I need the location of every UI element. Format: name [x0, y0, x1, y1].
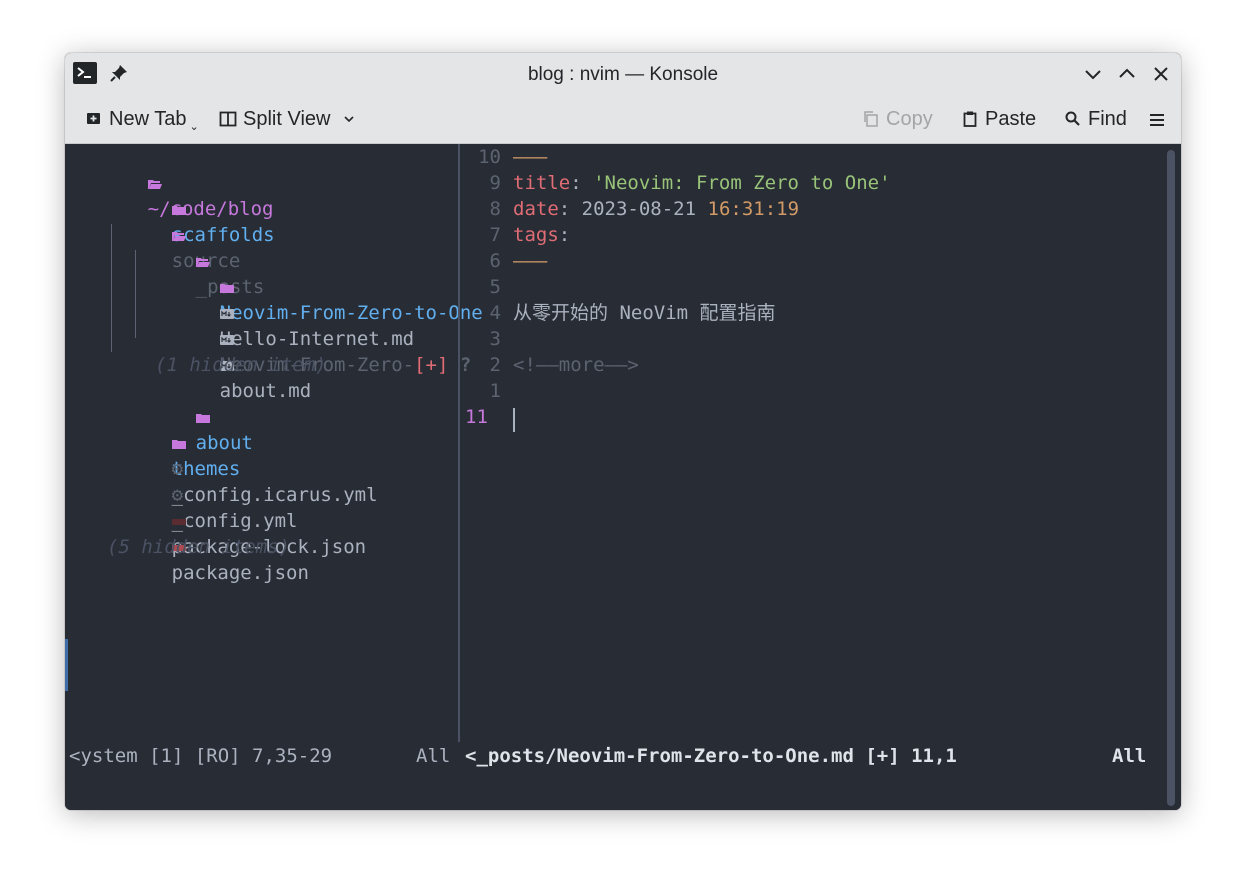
split-view-button[interactable]: Split View	[219, 107, 355, 131]
scrollbar[interactable]	[1167, 150, 1175, 806]
new-tab-label: New Tab	[109, 107, 187, 130]
line-number: 5	[489, 276, 501, 298]
line-number: 3	[489, 328, 501, 350]
tree-item-posts[interactable]: _posts	[127, 222, 264, 298]
editor-line[interactable]: tags:	[513, 222, 570, 248]
yaml-separator: :	[558, 224, 571, 246]
toolbar: New Tab ⌄ Split View Copy Paste Find	[65, 95, 1181, 144]
paste-button[interactable]: Paste	[961, 107, 1036, 131]
find-label: Find	[1088, 107, 1127, 130]
line-number: 1	[489, 380, 501, 402]
paste-label: Paste	[985, 107, 1037, 130]
editor-line[interactable]: 从零开始的 NeoVim 配置指南	[513, 300, 776, 326]
line-number: 8	[489, 198, 501, 220]
close-icon[interactable]	[1151, 64, 1171, 84]
terminal-view[interactable]: ~/code/blog scaffolds source _posts Neov…	[65, 144, 1181, 810]
yaml-separator: :	[570, 172, 594, 194]
editor-line[interactable]: title: 'Neovim: From Zero to One'	[513, 170, 891, 196]
yaml-key: tags	[513, 224, 559, 246]
tree-item-config-icarus[interactable]: ⚙ _config.icarus.yml	[103, 430, 378, 506]
hidden-items-note: (5 hidden items)	[107, 536, 291, 558]
copy-button[interactable]: Copy	[862, 107, 933, 131]
line-number: 9	[489, 172, 501, 194]
tree-item-package-lock[interactable]: package-lock.json	[103, 482, 366, 558]
new-tab-button[interactable]: New Tab ⌄	[85, 107, 199, 133]
tree-item-scaffolds[interactable]: scaffolds	[103, 170, 275, 246]
status-left: <ystem [1] [RO] 7,35-29	[69, 745, 333, 767]
yaml-date: 2023-08-21	[581, 198, 708, 220]
line-number: 6	[489, 250, 501, 272]
yaml-string: 'Neovim: From Zero to One'	[593, 172, 891, 194]
yaml-key: title	[513, 172, 571, 194]
tree-item-source[interactable]: source	[103, 196, 240, 272]
tree-item-config[interactable]: ⚙ _config.yml	[103, 456, 298, 532]
editor-line[interactable]: ———	[513, 248, 547, 274]
chevron-down-icon	[344, 116, 355, 123]
editor-line[interactable]: ———	[513, 144, 547, 170]
find-button[interactable]: Find	[1064, 107, 1127, 131]
chevron-down-icon: ⌄	[189, 120, 199, 133]
paste-icon	[963, 111, 977, 127]
minimize-icon[interactable]	[1083, 64, 1103, 84]
new-tab-icon	[87, 113, 100, 124]
git-status-indicator: ?	[459, 354, 472, 376]
editor-line[interactable]: date: 2023-08-21 16:31:19	[513, 196, 799, 222]
yaml-key: date	[513, 198, 559, 220]
pane-divider[interactable]	[458, 144, 460, 742]
line-number: 7	[489, 224, 501, 246]
tree-item-neovim-file[interactable]: Neovim-From-Zero-[+] ?	[151, 300, 471, 376]
editor-line[interactable]: <!——more——>	[513, 352, 639, 378]
copy-label: Copy	[886, 107, 933, 130]
tree-item-about[interactable]: about	[127, 378, 253, 454]
status-right-position: All	[1112, 745, 1147, 767]
tree-item-package[interactable]: package.json	[103, 508, 309, 584]
status-left-position: All	[416, 745, 451, 767]
konsole-window: blog : nvim — Konsole New Tab ⌄ Split Vi…	[65, 53, 1181, 810]
tree-item-about-md[interactable]: about.md	[151, 326, 311, 402]
pane-focus-marker	[65, 639, 68, 691]
hamburger-menu-icon[interactable]	[1149, 112, 1165, 128]
line-number: 4	[489, 302, 501, 324]
hidden-items-note: (1 hidden item)	[155, 354, 327, 376]
tree-item-post-dir[interactable]: Neovim-From-Zero-to-One	[151, 248, 483, 324]
tree-item-label: package.json	[171, 562, 309, 584]
window-title: blog : nvim — Konsole	[527, 64, 719, 85]
maximize-icon[interactable]	[1117, 64, 1137, 84]
text-cursor	[513, 408, 515, 432]
tree-item-themes[interactable]: themes	[103, 404, 240, 480]
yaml-separator: :	[558, 198, 582, 220]
yaml-time: 16:31:19	[707, 198, 800, 220]
tree-root[interactable]: ~/code/blog	[79, 144, 273, 220]
current-line-number: 11	[465, 406, 488, 428]
modified-indicator: [+]	[414, 354, 449, 376]
tree-item-hello[interactable]: Hello-Internet.md	[151, 274, 414, 350]
split-view-label: Split View	[243, 107, 331, 130]
split-view-icon	[219, 111, 237, 127]
status-right: <_posts/Neovim-From-Zero-to-One.md [+] 1…	[465, 745, 957, 767]
copy-icon	[864, 111, 878, 127]
line-number: 2	[489, 354, 501, 376]
title-bar: blog : nvim — Konsole	[65, 53, 1181, 95]
line-number: 10	[478, 146, 501, 168]
find-icon	[1065, 111, 1080, 126]
